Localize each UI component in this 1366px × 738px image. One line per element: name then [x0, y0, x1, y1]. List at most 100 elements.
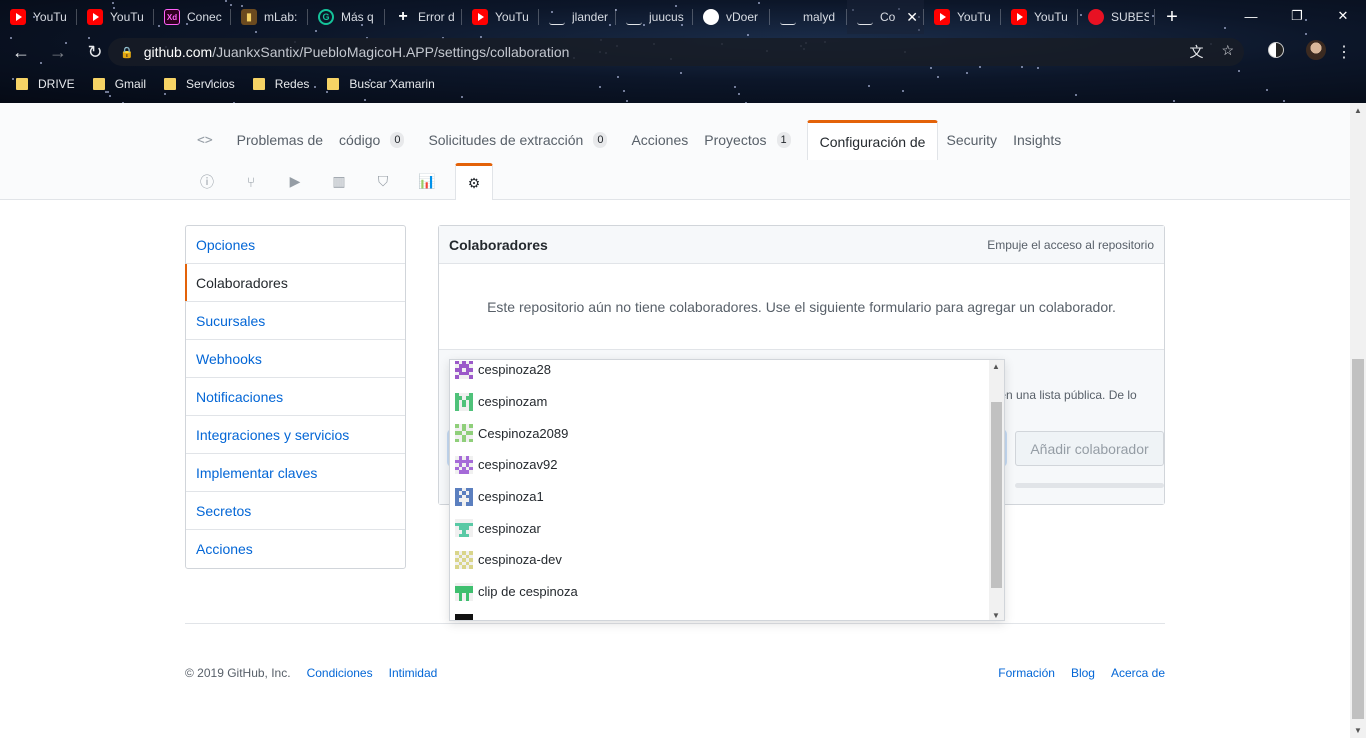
minimize-button[interactable]: — [1228, 0, 1274, 32]
new-tab-button[interactable]: + [1155, 0, 1189, 34]
close-window-button[interactable]: ✕ [1320, 0, 1366, 32]
suggestion-item[interactable]: Cespinoza2089 [450, 417, 990, 449]
extensions [1268, 40, 1326, 60]
browser-tab[interactable]: malyd [770, 0, 847, 34]
issue-icon[interactable]: ⓘ [185, 163, 229, 200]
maximize-button[interactable]: ❐ [1274, 0, 1320, 32]
suggestion-item[interactable]: cespinoza28 [450, 360, 990, 386]
sidebar-item[interactable]: Opciones [186, 226, 405, 264]
scroll-down-icon[interactable]: ▼ [992, 611, 1000, 620]
suggestion-item[interactable] [450, 608, 990, 620]
page-scrollbar[interactable]: ▲ ▼ [1350, 103, 1366, 738]
repo-tab[interactable]: Acciones [623, 120, 696, 160]
repo-icon-tabs: ⓘ ⑂ ▶ ▥ ⛉ 📊 ⚙ [185, 163, 493, 200]
bookmark-label: Redes [274, 77, 310, 91]
sidebar-item[interactable]: Acciones [186, 530, 405, 568]
tab-title: YouTu [110, 10, 144, 24]
repo-tab[interactable]: Insights [1005, 120, 1069, 160]
browser-tab[interactable]: Xd Conec [154, 0, 231, 34]
reload-button[interactable]: ↻ [79, 36, 111, 68]
profile-avatar[interactable] [1306, 40, 1326, 60]
page-scroll-up-icon[interactable]: ▲ [1354, 106, 1362, 115]
footer-link-privacy[interactable]: Intimidad [389, 666, 438, 680]
repo-tab[interactable]: Proyectos 1 [696, 120, 806, 160]
repo-tab[interactable]: Configuración de [806, 120, 939, 160]
code-icon[interactable]: <> [185, 120, 221, 160]
browser-tab[interactable]: G Más q [308, 0, 385, 34]
footer-link-training[interactable]: Formación [998, 666, 1055, 680]
close-tab-icon[interactable]: ✕ [906, 9, 918, 26]
browser-tab[interactable]: YouTu [0, 0, 77, 34]
browser-tab[interactable]: jlander [539, 0, 616, 34]
footer-link-blog[interactable]: Blog [1071, 666, 1095, 680]
repo-tab[interactable]: código 0 [331, 120, 420, 160]
browser-tab[interactable]: ▮ mLab: [231, 0, 308, 34]
bookmark-item[interactable]: Buscar Xamarin [327, 77, 435, 91]
browser-tab[interactable]: Co ✕ [847, 0, 924, 34]
sidebar-item[interactable]: Notificaciones [186, 378, 405, 416]
suggestion-item[interactable]: cespinoza-dev [450, 544, 990, 576]
browser-tab[interactable]: + Error d [385, 0, 462, 34]
dropdown-scroll-thumb[interactable] [991, 402, 1002, 588]
browser-tab[interactable]: YouTu [1001, 0, 1078, 34]
bookmark-item[interactable]: Servicios [164, 77, 235, 91]
repo-tab[interactable]: Problemas de [229, 120, 331, 160]
play-icon[interactable]: ▶ [273, 163, 317, 200]
sidebar-item[interactable]: Webhooks [186, 340, 405, 378]
bookmark-item[interactable]: DRIVE [16, 77, 75, 91]
star-decoration [364, 98, 367, 101]
browser-tab[interactable]: YouTu [77, 0, 154, 34]
identicon-cell [469, 375, 473, 379]
repo-tab-counter: 0 [390, 132, 405, 148]
repo-tab[interactable]: Security [938, 120, 1005, 160]
browser-tab[interactable]: juucus [616, 0, 693, 34]
suggestion-item[interactable]: cespinozam [450, 386, 990, 418]
project-icon[interactable]: ▥ [317, 163, 361, 200]
shield-icon[interactable]: ⛉ [361, 163, 405, 200]
bookmark-label: DRIVE [38, 77, 75, 91]
sidebar-item[interactable]: Colaboradores [185, 264, 405, 302]
star-decoration [616, 76, 619, 79]
tab-title: Error d [418, 10, 455, 24]
footer-link-about[interactable]: Acerca de [1111, 666, 1165, 680]
browser-tab[interactable]: vDoer [693, 0, 770, 34]
bookmark-star-icon[interactable]: ☆ [1221, 42, 1234, 62]
address-bar[interactable]: 🔒 github.com/JuankxSantix/PuebloMagicoH.… [108, 38, 1244, 66]
graph-icon[interactable]: 📊 [405, 163, 449, 200]
progress-bar [1015, 483, 1164, 488]
sidebar-item[interactable]: Secretos [186, 492, 405, 530]
translate-icon[interactable]: 文 [1189, 42, 1203, 62]
sidebar-item[interactable]: Implementar claves [186, 454, 405, 492]
blank-page-icon [857, 9, 873, 25]
pull-request-icon[interactable]: ⑂ [229, 163, 273, 200]
browser-tab[interactable]: YouTu [462, 0, 539, 34]
repo-tab[interactable]: Solicitudes de extracción 0 [420, 120, 623, 160]
browser-menu-icon[interactable]: ⋮ [1336, 42, 1352, 62]
page-scroll-down-icon[interactable]: ▼ [1354, 726, 1362, 735]
bookmark-item[interactable]: Gmail [92, 77, 146, 91]
forward-button[interactable]: → [42, 36, 74, 68]
folder-icon [252, 78, 265, 90]
scroll-up-icon[interactable]: ▲ [992, 362, 1000, 371]
footer-link-terms[interactable]: Condiciones [307, 666, 373, 680]
suggestion-item[interactable]: clip de cespinoza [450, 576, 990, 608]
dropdown-scrollbar[interactable]: ▲ ▼ [989, 360, 1004, 620]
browser-tab[interactable]: YouTu [924, 0, 1001, 34]
sidebar-item[interactable]: Integraciones y servicios [186, 416, 405, 454]
back-button[interactable]: ← [5, 36, 37, 68]
browser-chrome: YouTu YouTu Xd Conec ▮ mLab: G Más q + Error d You… [0, 0, 1366, 103]
suggestion-item[interactable]: cespinozav92 [450, 449, 990, 481]
suggestion-item[interactable]: cespinozar [450, 512, 990, 544]
gear-icon[interactable]: ⚙ [455, 163, 493, 200]
sidebar-item[interactable]: Sucursales [186, 302, 405, 340]
suggestion-item[interactable]: cespinoza1 [450, 481, 990, 513]
star-decoration [1172, 99, 1175, 102]
blank-page-icon [626, 9, 642, 25]
bookmark-item[interactable]: Redes [252, 77, 310, 91]
extension-icon[interactable] [1268, 42, 1284, 58]
browser-tab[interactable]: SUBES [1078, 0, 1155, 34]
page-scroll-thumb[interactable] [1352, 359, 1364, 719]
add-collaborator-button[interactable]: Añadir colaborador [1015, 431, 1164, 466]
tab-title: SUBES [1111, 10, 1149, 24]
footer-divider [185, 623, 1165, 624]
